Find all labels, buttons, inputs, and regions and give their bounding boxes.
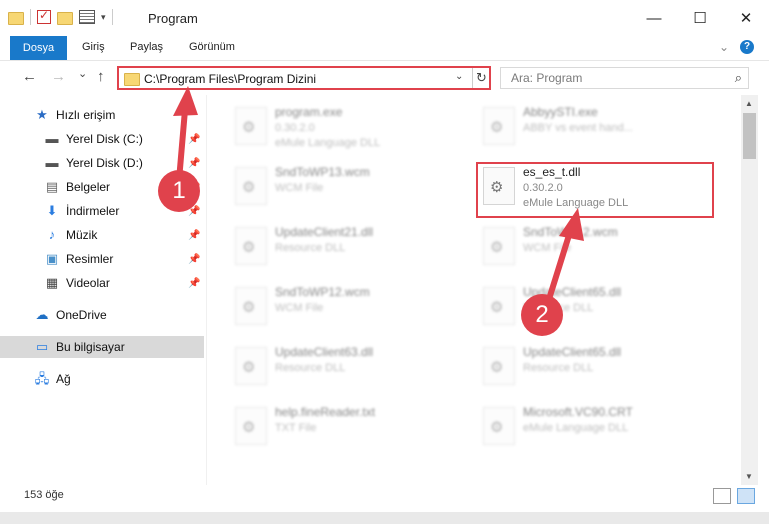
arrow-head-address-bar	[173, 86, 198, 116]
arrow-head-file	[559, 208, 584, 241]
annotation-arrows	[173, 86, 584, 313]
item-count: 153 öğe	[24, 489, 64, 501]
tiles-view-icon[interactable]	[737, 488, 755, 504]
step-badge-1: 1	[158, 170, 200, 212]
window-bottom-border	[0, 512, 769, 524]
step-badge-2: 2	[521, 294, 563, 336]
status-bar: 153 öğe	[0, 486, 769, 510]
details-view-icon[interactable]	[713, 488, 731, 504]
